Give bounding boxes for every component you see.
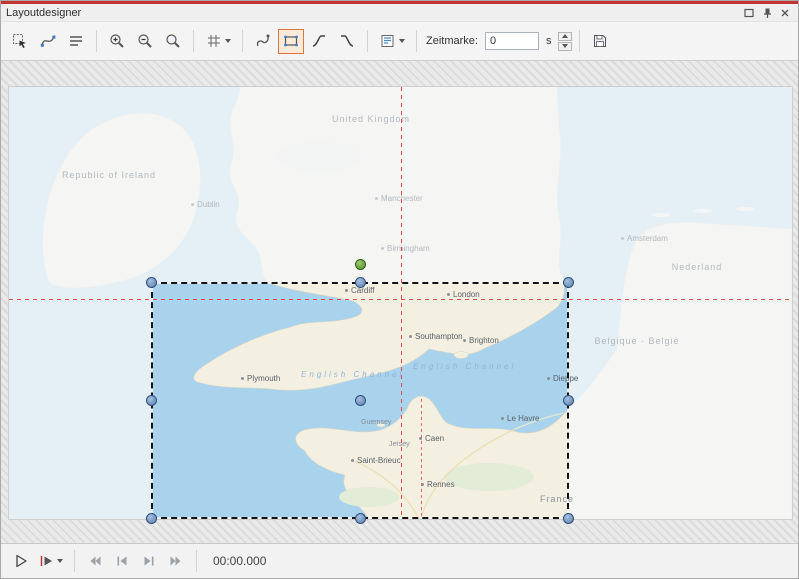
- zoom-out-button[interactable]: [132, 29, 158, 54]
- grid-button[interactable]: [201, 29, 235, 54]
- resize-handle-top[interactable]: [355, 277, 366, 288]
- edit-curve-icon: [40, 33, 56, 49]
- map-label: Manchester: [375, 195, 423, 203]
- curve-ramp-out-icon: [339, 33, 355, 49]
- panel-title: Layoutdesigner: [6, 7, 81, 19]
- select-tool-icon: [12, 33, 28, 49]
- map-label: Birmingham: [381, 245, 430, 253]
- center-marker-handle[interactable]: [355, 395, 366, 406]
- zeitmarke-unit: s: [546, 35, 552, 47]
- transport-separator: [74, 550, 75, 572]
- stepper-up-button[interactable]: [558, 32, 572, 41]
- pin-button[interactable]: [759, 6, 775, 20]
- map-label: Republic of Ireland: [62, 171, 156, 180]
- map-object[interactable]: United Kingdom Republic of Ireland Dubli…: [9, 87, 792, 519]
- zeitmarke-input[interactable]: [485, 32, 539, 50]
- selection-rectangle[interactable]: [151, 282, 569, 519]
- object-chooser-button[interactable]: [375, 29, 409, 54]
- curve-ramp-in-icon: [311, 33, 327, 49]
- camera-frame-icon: [283, 33, 299, 49]
- resize-handle-bottom[interactable]: [355, 513, 366, 524]
- motion-path-icon: [255, 33, 271, 49]
- dim-overlay-right: [567, 284, 792, 517]
- to-start-button[interactable]: [83, 549, 107, 573]
- toolbar-separator: [579, 30, 580, 52]
- toolbar-separator: [242, 30, 243, 52]
- close-icon: [779, 7, 791, 19]
- layoutdesigner-panel: Layoutdesigner: [0, 0, 799, 579]
- resize-handle-bottom-right[interactable]: [563, 513, 574, 524]
- map-label: Nederland: [672, 263, 723, 272]
- object-list-button[interactable]: [63, 29, 89, 54]
- play-options-caret: [57, 559, 63, 563]
- resize-handle-top-left[interactable]: [146, 277, 157, 288]
- map-label: Amsterdam: [621, 235, 668, 243]
- map-label: Dublin: [191, 201, 220, 209]
- step-forward-icon: [141, 553, 157, 569]
- motion-path-button[interactable]: [250, 29, 276, 54]
- toolbar-separator: [96, 30, 97, 52]
- play-button[interactable]: [9, 549, 33, 573]
- camera-frame-button[interactable]: [278, 29, 304, 54]
- grid-icon: [206, 33, 222, 49]
- resize-handle-left[interactable]: [146, 395, 157, 406]
- layout-canvas[interactable]: United Kingdom Republic of Ireland Dubli…: [1, 61, 798, 543]
- play-icon: [13, 553, 29, 569]
- maximize-button[interactable]: [741, 6, 757, 20]
- zoom-reset-icon: [165, 33, 181, 49]
- object-list-icon: [68, 33, 84, 49]
- resize-handle-top-right[interactable]: [563, 277, 574, 288]
- zeitmarke-label: Zeitmarke:: [426, 35, 478, 47]
- object-chooser-dropdown-caret: [399, 39, 405, 43]
- object-chooser-icon: [380, 33, 396, 49]
- grid-dropdown-caret: [225, 39, 231, 43]
- rotation-handle[interactable]: [355, 259, 366, 270]
- map-label: Belgique · België: [594, 337, 679, 346]
- to-end-button[interactable]: [164, 549, 188, 573]
- resize-handle-bottom-left[interactable]: [146, 513, 157, 524]
- select-tool-button[interactable]: [7, 29, 33, 54]
- transport-separator: [196, 550, 197, 572]
- zeitmarke-stepper: [558, 32, 572, 51]
- time-display: 00:00.000: [213, 554, 266, 568]
- pin-icon: [761, 7, 773, 19]
- map-label: United Kingdom: [332, 115, 410, 124]
- maximize-icon: [743, 7, 755, 19]
- edit-curve-button[interactable]: [35, 29, 61, 54]
- save-icon: [592, 33, 608, 49]
- curve-ramp-out-button[interactable]: [334, 29, 360, 54]
- toolbar: Zeitmarke: s: [1, 21, 798, 61]
- dim-overlay-left: [9, 284, 153, 517]
- zoom-in-icon: [109, 33, 125, 49]
- to-end-icon: [168, 553, 184, 569]
- zoom-out-icon: [137, 33, 153, 49]
- to-start-icon: [87, 553, 103, 569]
- step-back-button[interactable]: [110, 549, 134, 573]
- save-button[interactable]: [587, 29, 613, 54]
- toolbar-separator: [367, 30, 368, 52]
- titlebar[interactable]: Layoutdesigner: [1, 4, 798, 21]
- curve-ramp-in-button[interactable]: [306, 29, 332, 54]
- step-back-icon: [114, 553, 130, 569]
- toolbar-separator: [193, 30, 194, 52]
- transport-bar: 00:00.000: [1, 543, 798, 578]
- resize-handle-right[interactable]: [563, 395, 574, 406]
- play-from-timemark-button[interactable]: [36, 549, 66, 573]
- zoom-reset-button[interactable]: [160, 29, 186, 54]
- play-from-timemark-icon: [39, 553, 55, 569]
- close-button[interactable]: [777, 6, 793, 20]
- toolbar-separator: [416, 30, 417, 52]
- zoom-in-button[interactable]: [104, 29, 130, 54]
- step-forward-button[interactable]: [137, 549, 161, 573]
- stepper-down-button[interactable]: [558, 42, 572, 51]
